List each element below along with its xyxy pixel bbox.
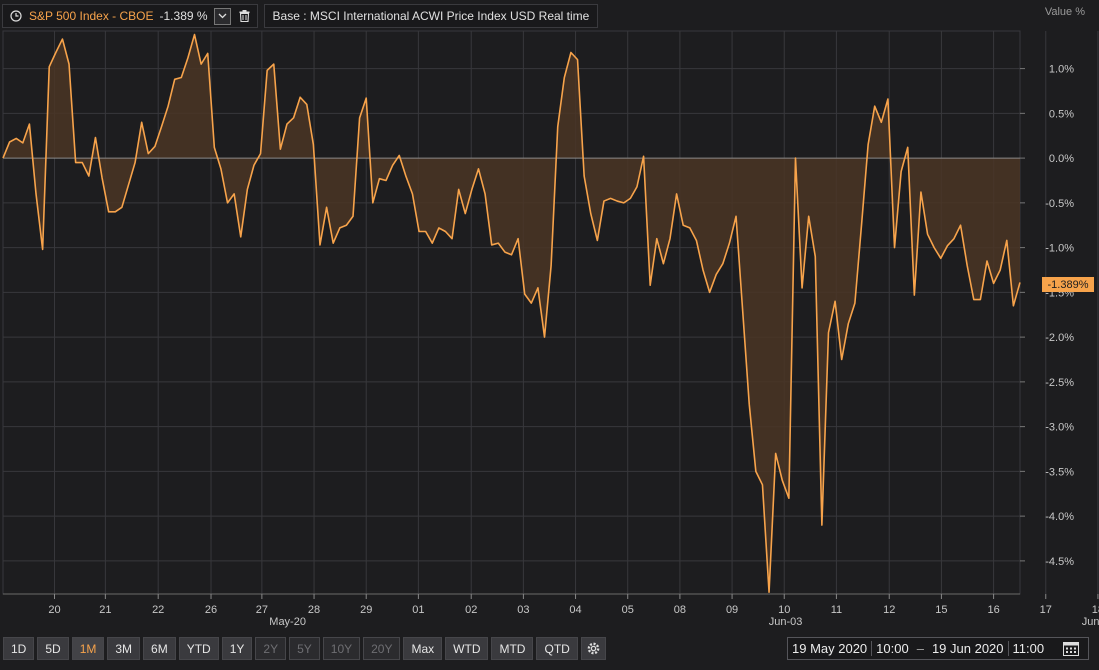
- x-tick-label: 20: [48, 604, 60, 616]
- chevron-down-icon[interactable]: [213, 7, 231, 25]
- base-legend-item[interactable]: Base : MSCI International ACWI Price Ind…: [263, 4, 599, 28]
- range-selector: 1D 5D 1M 3M 6M YTD 1Y 2Y 5Y 10Y 20Y Max WTD MTD QTD: [3, 637, 606, 660]
- date-range-field[interactable]: 19 May 2020 10:00 – 19 Jun 2020 11:00: [787, 637, 1089, 660]
- range-button-10y[interactable]: 10Y: [322, 637, 361, 660]
- y-tick-label: 0.5%: [1049, 108, 1074, 120]
- range-button-5y[interactable]: 5Y: [289, 637, 320, 660]
- x-tick-label: 22: [152, 604, 164, 616]
- x-tick-label: 26: [205, 604, 217, 616]
- range-button-wtd[interactable]: WTD: [445, 637, 489, 660]
- range-button-5d[interactable]: 5D: [37, 637, 69, 660]
- y-axis: 1.0%0.5%0.0%-0.5%-1.0%-1.5%-2.0%-2.5%-3.…: [1020, 64, 1074, 568]
- range-button-mtd[interactable]: MTD: [491, 637, 534, 660]
- range-button-20y[interactable]: 20Y: [363, 637, 401, 660]
- current-value-tag: -1.389%: [1042, 277, 1094, 292]
- y-tick-label: -2.0%: [1045, 332, 1074, 344]
- x-tick-label: 05: [622, 604, 634, 616]
- y-tick-label: 1.0%: [1049, 64, 1074, 76]
- series-value: -1.389 %: [159, 9, 208, 23]
- series-legend-item[interactable]: S&P 500 Index - CBOE -1.389 %: [2, 4, 258, 28]
- range-button-1m[interactable]: 1M: [71, 637, 105, 660]
- date-separator: –: [916, 641, 924, 656]
- y-tick-label: -2.5%: [1045, 377, 1074, 389]
- chart-area: 1.0%0.5%0.0%-0.5%-1.0%-1.5%-2.0%-2.5%-3.…: [2, 30, 1099, 628]
- x-tick-label: 16: [987, 604, 999, 616]
- y-tick-label: -4.5%: [1045, 556, 1074, 568]
- area-fill: [3, 34, 1020, 593]
- range-button-1y[interactable]: 1Y: [221, 637, 253, 660]
- settings-gear-icon[interactable]: [580, 637, 606, 660]
- x-tick-label: 01: [412, 604, 424, 616]
- series-line: [2, 33, 1021, 594]
- y-axis-title: Value %: [1044, 6, 1085, 18]
- y-tick-label: -0.5%: [1045, 198, 1074, 210]
- series-area: [3, 34, 1020, 593]
- x-tick-label: 02: [465, 604, 477, 616]
- x-tick-label: 10: [778, 604, 790, 616]
- x-group-label: May-20: [269, 616, 306, 628]
- x-tick-label: 27: [256, 604, 268, 616]
- x-tick-label: 09: [726, 604, 738, 616]
- series-line-layer: [2, 33, 1021, 594]
- range-button-max[interactable]: Max: [403, 637, 443, 660]
- series-name: S&P 500 Index - CBOE: [29, 9, 154, 23]
- x-tick-label: 15: [935, 604, 947, 616]
- range-button-6m[interactable]: 6M: [143, 637, 176, 660]
- x-tick-label: 28: [308, 604, 320, 616]
- x-tick-label: 11: [831, 604, 842, 616]
- x-tick-label: 04: [569, 604, 581, 616]
- range-button-qtd[interactable]: QTD: [536, 637, 578, 660]
- trash-icon[interactable]: [237, 9, 252, 24]
- x-axis: 20 21 22 26 27 28 29 01 02 03 04 05 08 09 10 11 12 15 16 17…: [3, 593, 1099, 628]
- calendar-icon[interactable]: [1058, 640, 1084, 657]
- range-button-ytd[interactable]: YTD: [178, 637, 219, 660]
- x-tick-label: 12: [883, 604, 895, 616]
- y-tick-label: -1.0%: [1045, 243, 1074, 255]
- plot-frame: [2, 30, 1021, 595]
- x-tick-label: 03: [517, 604, 529, 616]
- chart-legend: S&P 500 Index - CBOE -1.389 % Base : MSC…: [2, 4, 599, 28]
- x-tick-label: 29: [360, 604, 372, 616]
- x-tick-label: 18: [1092, 604, 1099, 616]
- x-tick-label: 17: [1040, 604, 1052, 616]
- x-group-label: Jun-03: [769, 616, 803, 628]
- x-group-label: Jun-17: [1082, 616, 1099, 628]
- from-date[interactable]: 19 May 2020: [788, 641, 871, 656]
- to-date[interactable]: 19 Jun 2020: [928, 641, 1008, 656]
- x-tick-label: 21: [99, 604, 111, 616]
- range-button-1d[interactable]: 1D: [3, 637, 35, 660]
- to-time[interactable]: 11:00: [1007, 641, 1049, 656]
- clock-icon: [8, 9, 23, 24]
- y-tick-label: -3.5%: [1045, 466, 1074, 478]
- y-tick-label: 0.0%: [1049, 153, 1074, 165]
- x-tick-label: 08: [674, 604, 686, 616]
- range-button-3m[interactable]: 3M: [107, 637, 141, 660]
- from-time[interactable]: 10:00: [871, 641, 913, 656]
- y-tick-label: -4.0%: [1045, 511, 1074, 523]
- base-label: Base : MSCI International ACWI Price Ind…: [272, 9, 590, 23]
- y-tick-label: -3.0%: [1045, 422, 1074, 434]
- range-button-2y[interactable]: 2Y: [255, 637, 287, 660]
